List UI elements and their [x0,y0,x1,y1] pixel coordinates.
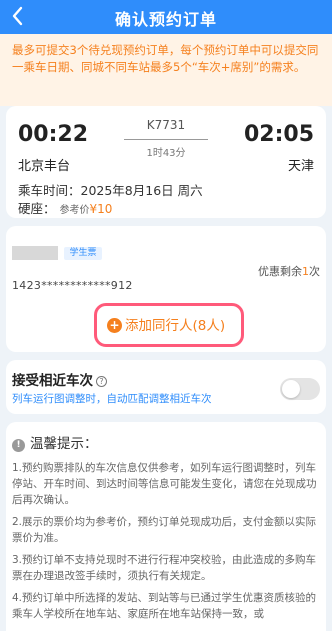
travel-date: 乘车时间：2025年8月16日 周六 [18,183,203,198]
trip-duration: 1时43分 [146,148,186,159]
info-icon: ! [12,439,25,452]
route-line [124,139,208,140]
tips-title-row: ! 温馨提示： [12,432,98,452]
add-companion-label: 添加同行人(8人) [125,318,226,334]
help-icon[interactable]: ? [96,376,107,387]
add-companion-highlight: + 添加同行人(8人) [94,303,244,347]
depart-time: 00:22 [18,122,89,147]
remain-suffix: 次 [309,265,320,278]
train-number: K7731 [146,118,186,132]
trip-card: 00:22 K7731 1时43分 02:05 北京丰台 天津 乘车时间：202… [6,106,326,218]
passenger-name-redacted [12,246,58,260]
add-companion-button[interactable]: + 添加同行人(8人) [107,314,225,334]
tips-section: ! 温馨提示： 1.预约购票排队的车次信息仅供参考，如列车运行图调整时，列车停站、… [6,422,326,631]
page-title: 确认预约订单 [114,10,217,29]
ticket-type-badge: 学生票 [64,247,102,260]
tip-item: 2.展示的票价均为参考价，预约订单兑现成功后，支付金额以实际票价为准。 [12,516,317,544]
remain-prefix: 优惠剩余 [258,265,302,278]
nearby-trains-desc: 列车运行图调整时，自动匹配调整相近车次 [12,393,212,405]
ref-price-label: 参考价 [59,205,90,216]
nearby-trains-label: 接受相近车次 [12,373,93,389]
tips-title: 温馨提示： [30,436,98,452]
remain-count: 1 [302,265,309,278]
tip-item: 4.预约订单中所选择的发站、到站等与已通过学生优惠资质核验的乘车人学校所在地车站… [12,592,317,620]
nearby-trains-row: 接受相近车次? [12,369,107,389]
title-bar: 确认预约订单 [0,0,332,34]
nearby-trains-toggle[interactable] [280,378,320,400]
tips-body: 1.预约购票排队的车次信息仅供参考，如列车运行图调整时，列车停站、开车时间、到达… [12,460,320,628]
to-station: 天津 [287,159,314,174]
tip-item: 1.预约购票排队的车次信息仅供参考，如列车运行图调整时，列车停站、开车时间、到达… [12,462,317,506]
tip-item: 3.预约订单不支持兑现时不进行行程冲突校验，由此造成的多购车票在办理退改签手续时… [12,554,317,582]
passenger-id-number: 1423************912 [12,279,133,292]
arrive-time: 02:05 [243,122,314,147]
from-station: 北京丰台 [18,159,71,174]
notice-banner: 最多可提交3个待兑现预约订单，每个预约订单中可以提交同一乘车日期、同城不同车站最… [0,34,332,106]
seat-label: 硬座： [18,201,56,216]
passenger-card: 学生票 优惠剩余1次 1423************912 + 添加同行人(8人… [6,226,326,352]
discount-remaining: 优惠剩余1次 [258,263,320,279]
plus-circle-icon: + [107,318,122,333]
toggle-knob [282,380,300,398]
seat-info: 硬座： 参考价¥10 [18,198,112,217]
ticket-price: ¥10 [89,202,113,216]
nearby-trains-section: 接受相近车次? 列车运行图调整时，自动匹配调整相近车次 [6,360,326,414]
